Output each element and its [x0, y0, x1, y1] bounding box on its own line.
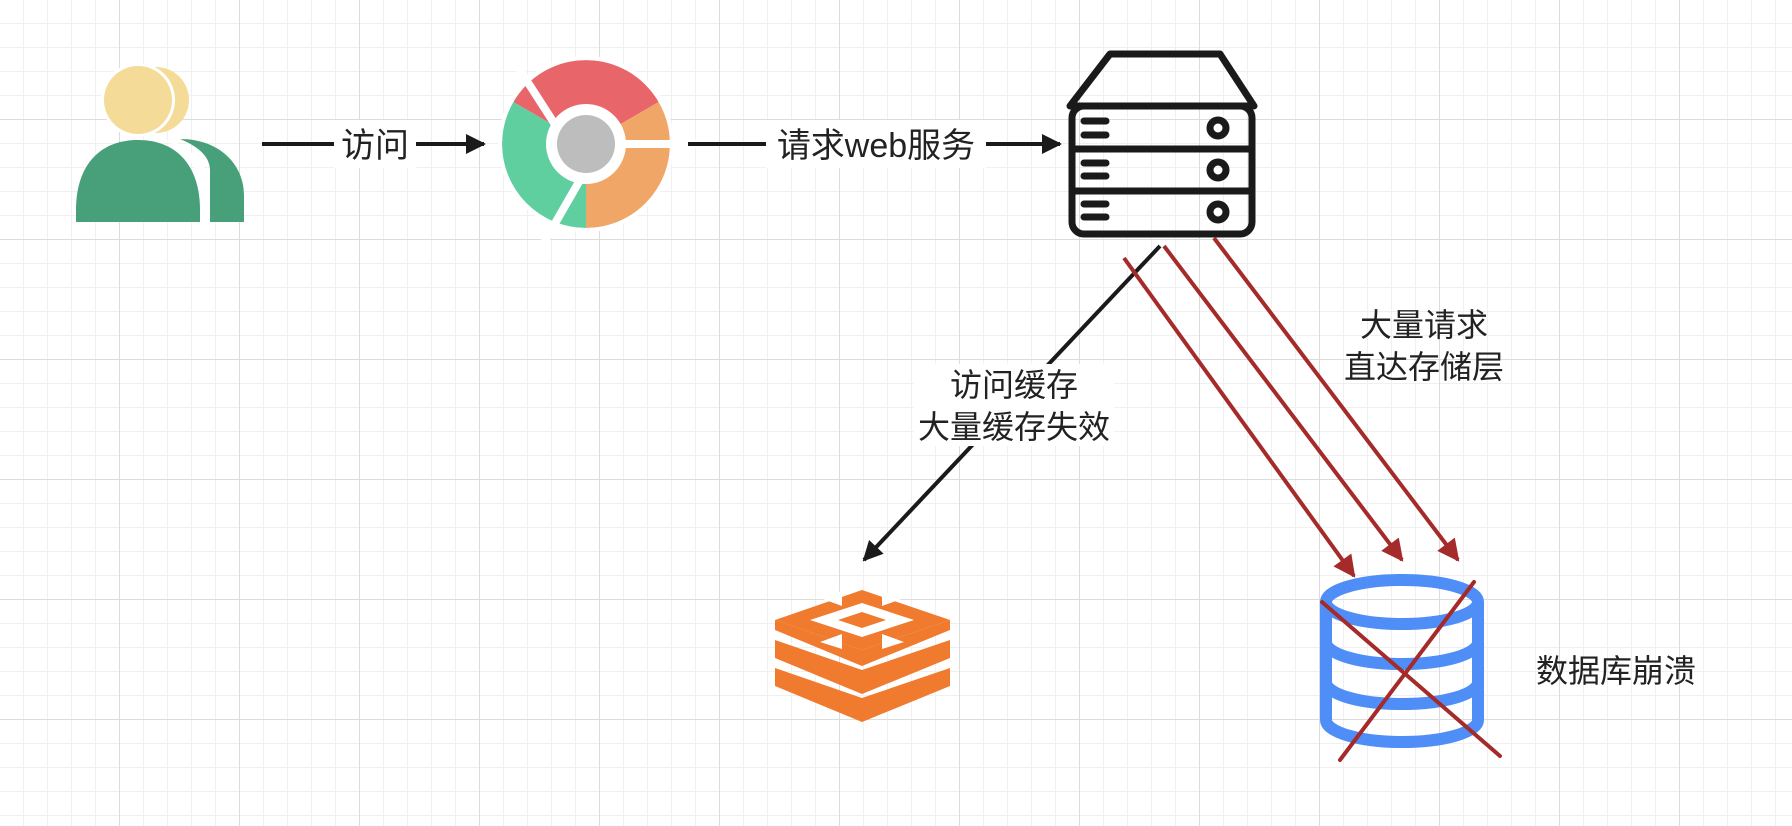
diagram-svg: 访问 请求web服务 访问缓存 大量缓存失效 大量请求 直达存储层: [76, 50, 1504, 762]
edge-label-request-web: 请求web服务: [777, 127, 975, 165]
edge-browser-to-server: 请求web服务: [688, 120, 1062, 168]
edge-label-visit: 访问: [341, 127, 409, 165]
edge-label-database-group: 大量请求 直达存储层: [1344, 307, 1504, 385]
server-icon: [1066, 50, 1258, 238]
edge-label-db-line1: 大量请求: [1360, 307, 1488, 343]
diagram-canvas: 访问 请求web服务 访问缓存 大量缓存失效 大量请求 直达存储层 数据库崩溃: [0, 0, 1792, 826]
edge-server-to-database: [1122, 236, 1460, 578]
edge-label-db-line2: 直达存储层: [1344, 349, 1504, 385]
edge-users-to-browser: 访问: [262, 120, 486, 168]
database-crash-label: 数据库崩溃: [1536, 652, 1697, 690]
edge-server-to-database-arrow-3: [1212, 236, 1460, 562]
redis-cache-icon: [775, 590, 950, 722]
edge-server-to-database-arrow-1: [1122, 256, 1356, 578]
chrome-browser-icon: [498, 56, 696, 248]
edge-server-to-cache: 访问缓存 大量缓存失效: [862, 244, 1162, 562]
edge-label-cache-line2: 大量缓存失效: [918, 409, 1110, 445]
users-icon: [76, 63, 244, 222]
edge-label-cache-line1: 访问缓存: [950, 367, 1078, 403]
edge-server-to-database-arrow-2: [1162, 244, 1404, 562]
